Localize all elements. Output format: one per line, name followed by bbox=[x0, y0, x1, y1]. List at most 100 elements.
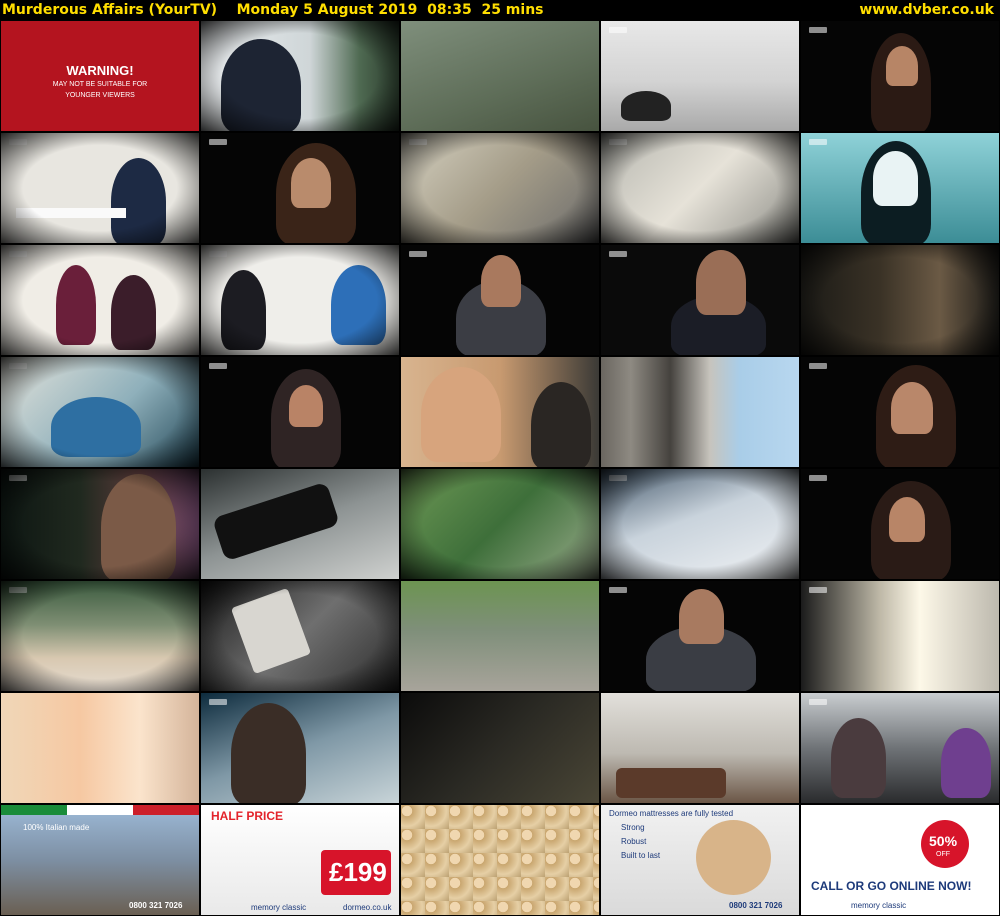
thumbnail[interactable] bbox=[0, 692, 200, 804]
thumbnail[interactable] bbox=[0, 356, 200, 468]
person-figure bbox=[831, 718, 886, 798]
channel-logo bbox=[609, 251, 627, 257]
thumbnail[interactable] bbox=[200, 356, 400, 468]
face-shape bbox=[889, 497, 925, 542]
person-figure bbox=[101, 474, 176, 579]
thumbnail[interactable] bbox=[800, 244, 1000, 356]
thumbnail[interactable] bbox=[200, 692, 400, 804]
mattress-roll bbox=[696, 820, 771, 895]
thumbnail[interactable] bbox=[600, 244, 800, 356]
thumbnail[interactable] bbox=[200, 132, 400, 244]
ad-phone: 0800 321 7026 bbox=[129, 901, 183, 910]
thumbnail-ad[interactable]: HALF PRICE £199 memory classic dormeo.co… bbox=[200, 804, 400, 916]
channel-logo bbox=[809, 27, 827, 33]
ad-phone: 0800 321 7026 bbox=[729, 901, 783, 910]
programme-title: Murderous Affairs (YourTV) Monday 5 Augu… bbox=[2, 2, 544, 18]
thumbnail[interactable] bbox=[200, 20, 400, 132]
thumbnail[interactable] bbox=[400, 356, 600, 468]
person-figure bbox=[221, 39, 301, 131]
warning-line: YOUNGER VIEWERS bbox=[65, 92, 135, 99]
channel-logo bbox=[609, 139, 627, 145]
channel-logo bbox=[809, 699, 827, 705]
thumbnail[interactable] bbox=[800, 692, 1000, 804]
channel-logo bbox=[209, 363, 227, 369]
thumbnail[interactable] bbox=[0, 244, 200, 356]
ad-brand: memory classic bbox=[851, 901, 907, 910]
channel-logo bbox=[609, 587, 627, 593]
thumbnail[interactable] bbox=[800, 356, 1000, 468]
channel-logo bbox=[9, 587, 27, 593]
object-shape bbox=[621, 91, 671, 121]
thumbnail-ad[interactable]: 50% OFF CALL OR GO ONLINE NOW! memory cl… bbox=[800, 804, 1000, 916]
warning-heading: WARNING! bbox=[66, 63, 134, 78]
ad-headline: HALF PRICE bbox=[211, 809, 283, 823]
ad-price: £199 bbox=[329, 857, 387, 887]
ad-brand: memory classic bbox=[251, 903, 307, 912]
channel-logo bbox=[209, 251, 227, 257]
thumbnail[interactable] bbox=[600, 580, 800, 692]
thumbnail[interactable] bbox=[0, 132, 200, 244]
phone-shape bbox=[211, 481, 341, 562]
person-figure bbox=[221, 270, 266, 350]
face-shape bbox=[289, 385, 323, 427]
ad-bullet: Robust bbox=[621, 837, 647, 846]
person-figure bbox=[56, 265, 96, 345]
flag-stripe bbox=[1, 805, 199, 815]
channel-logo bbox=[409, 139, 427, 145]
ad-caption: 100% Italian made bbox=[23, 823, 90, 832]
channel-logo bbox=[209, 699, 227, 705]
channel-logo bbox=[609, 27, 627, 33]
thumbnail-grid: WARNING! MAY NOT BE SUITABLE FOR YOUNGER… bbox=[0, 20, 1000, 916]
header-bar: Murderous Affairs (YourTV) Monday 5 Augu… bbox=[0, 0, 1000, 20]
channel-logo bbox=[809, 139, 827, 145]
face-shape bbox=[873, 151, 918, 206]
channel-logo bbox=[409, 251, 427, 257]
channel-logo bbox=[809, 587, 827, 593]
ad-bullet: Strong bbox=[621, 823, 645, 832]
thumbnail[interactable] bbox=[600, 692, 800, 804]
ad-call: CALL OR GO ONLINE NOW! bbox=[811, 879, 972, 893]
person-figure bbox=[531, 382, 591, 467]
site-link[interactable]: www.dvber.co.uk bbox=[859, 0, 994, 20]
ad-promo: 50% bbox=[929, 833, 958, 849]
face-shape bbox=[481, 255, 521, 307]
thumbnail[interactable] bbox=[400, 580, 600, 692]
thumbnail[interactable] bbox=[200, 244, 400, 356]
thumbnail[interactable] bbox=[600, 132, 800, 244]
person-figure bbox=[111, 275, 156, 350]
thumbnail[interactable] bbox=[400, 20, 600, 132]
person-figure bbox=[941, 728, 991, 798]
thumbnail[interactable] bbox=[200, 468, 400, 580]
thumbnail[interactable] bbox=[800, 580, 1000, 692]
thumbnail[interactable] bbox=[200, 580, 400, 692]
thumbnail[interactable] bbox=[600, 356, 800, 468]
channel-logo bbox=[9, 251, 27, 257]
thumbnail[interactable] bbox=[600, 468, 800, 580]
thumbnail[interactable] bbox=[400, 692, 600, 804]
thumbnail[interactable] bbox=[800, 20, 1000, 132]
face-shape bbox=[421, 367, 501, 462]
face-shape bbox=[891, 382, 933, 434]
object-shape bbox=[616, 768, 726, 798]
thumbnail-ad[interactable]: 100% Italian made 0800 321 7026 bbox=[0, 804, 200, 916]
face-shape bbox=[696, 250, 746, 315]
thumbnail[interactable] bbox=[600, 20, 800, 132]
thumbnail[interactable] bbox=[0, 468, 200, 580]
ad-bullet: Built to last bbox=[621, 851, 661, 860]
thumbnail[interactable] bbox=[800, 132, 1000, 244]
thumbnail-ad[interactable] bbox=[400, 804, 600, 916]
thumbnail[interactable] bbox=[400, 132, 600, 244]
thumbnail[interactable] bbox=[800, 468, 1000, 580]
channel-logo bbox=[9, 363, 27, 369]
thumbnail[interactable] bbox=[400, 244, 600, 356]
person-figure bbox=[331, 265, 386, 345]
channel-logo bbox=[9, 475, 27, 481]
ad-promo-off: OFF bbox=[936, 851, 950, 858]
warning-line: MAY NOT BE SUITABLE FOR bbox=[52, 81, 148, 88]
thumbnail-ad[interactable]: Dormeo mattresses are fully tested Stron… bbox=[600, 804, 800, 916]
thumbnail[interactable] bbox=[0, 580, 200, 692]
gloved-hands bbox=[51, 397, 141, 457]
thumbnail[interactable] bbox=[400, 468, 600, 580]
channel-logo bbox=[809, 475, 827, 481]
thumbnail-warning[interactable]: WARNING! MAY NOT BE SUITABLE FOR YOUNGER… bbox=[0, 20, 200, 132]
